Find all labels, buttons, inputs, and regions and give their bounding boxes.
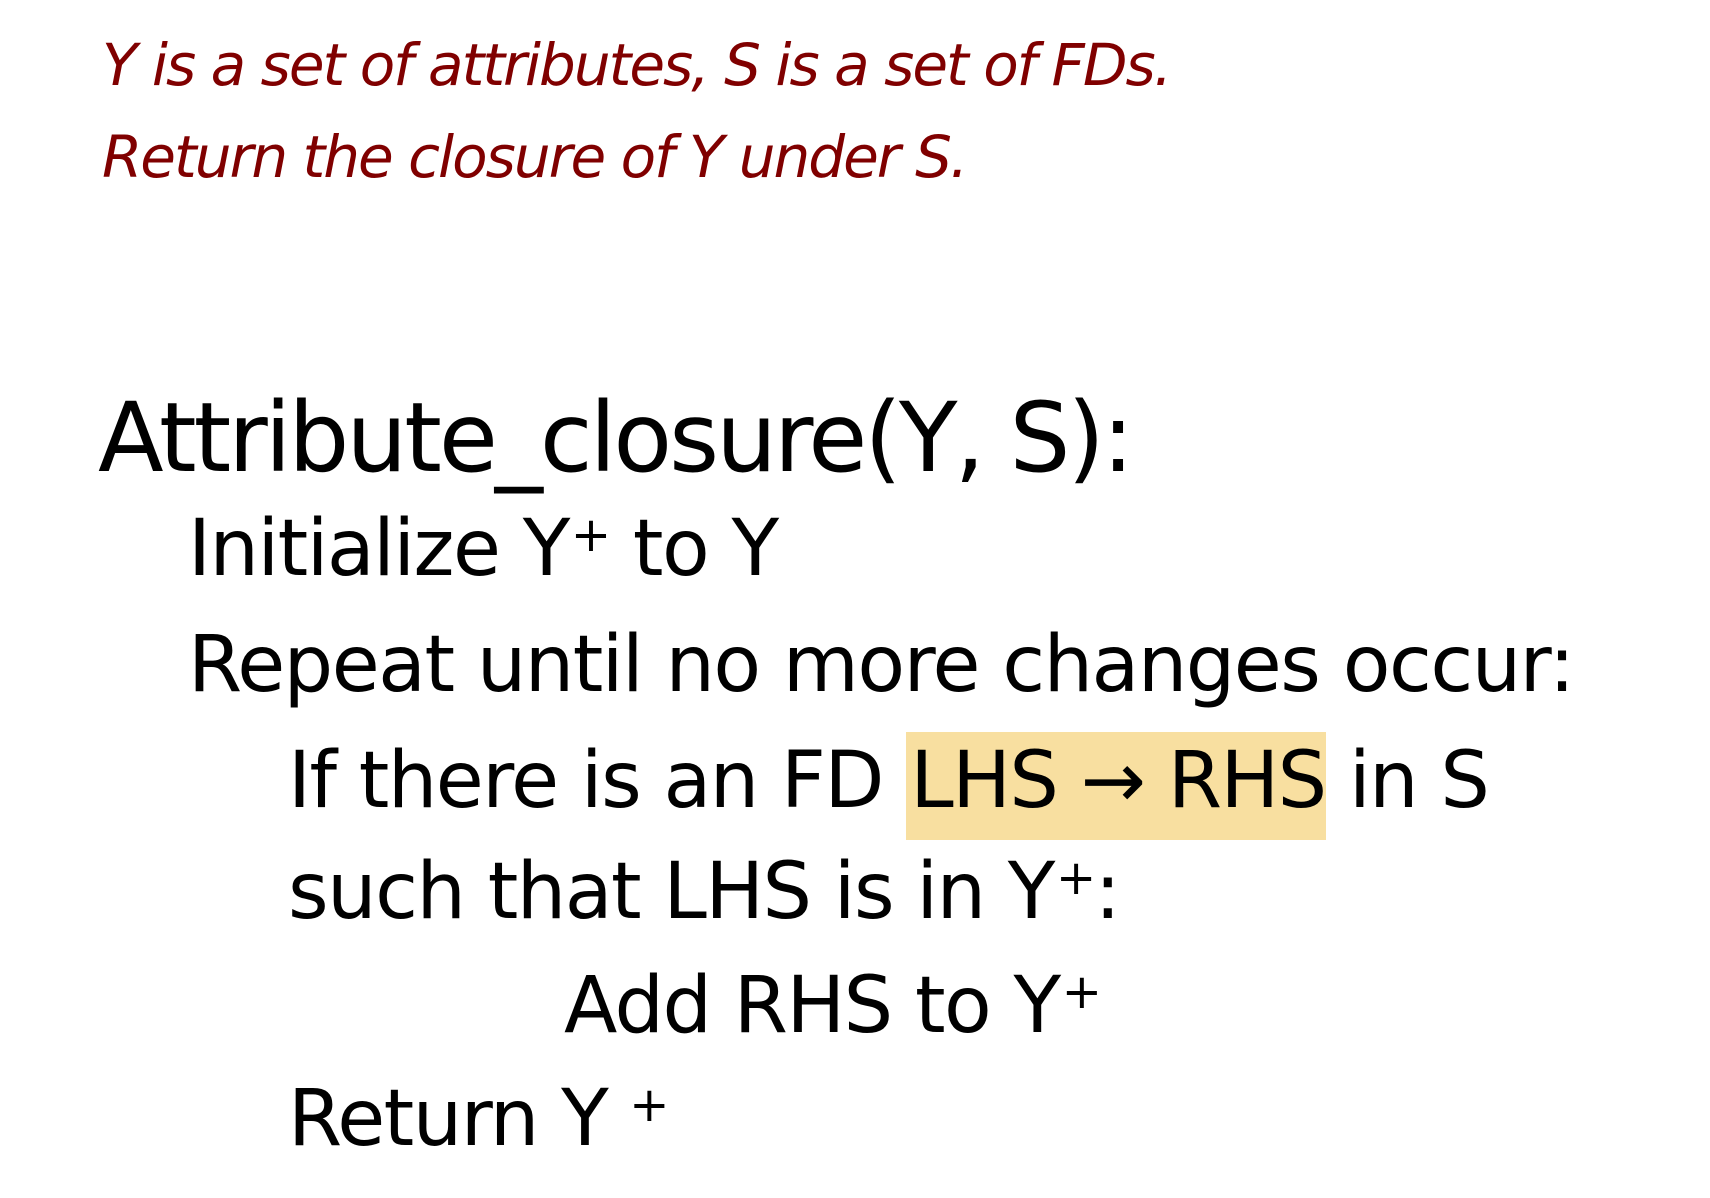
add-text: Add RHS to Y [564, 961, 1061, 1051]
repeat-line: Repeat until no more changes occur: [188, 620, 1575, 710]
intro-description: Y is a set of attributes, S is a set of … [102, 31, 1172, 99]
plus-superscript: + [570, 507, 611, 563]
plus-superscript: + [1055, 850, 1096, 906]
if-line: If there is an FD LHS → RHS in S [288, 732, 1490, 840]
return-text: Return Y [288, 1074, 609, 1164]
intro-return-description: Return the closure of Y under S. [102, 123, 968, 191]
if-text: If there is an FD [288, 736, 907, 826]
plus-superscript: + [1061, 964, 1102, 1020]
initialize-tail: to Y [609, 504, 779, 594]
condition-line: such that LHS is in Y+: [288, 850, 1121, 931]
initialize-line: Initialize Y+ to Y [188, 507, 779, 588]
initialize-text: Initialize Y [188, 504, 570, 594]
add-line: Add RHS to Y+ [564, 964, 1102, 1045]
condition-tail: : [1094, 847, 1121, 937]
condition-text: such that LHS is in Y [288, 847, 1055, 937]
fd-highlight: LHS → RHS [906, 732, 1327, 840]
if-tail: in S [1325, 736, 1490, 826]
return-line: Return Y + [288, 1077, 669, 1158]
plus-superscript: + [629, 1077, 669, 1133]
algorithm-title: Attribute_closure(Y, S): [98, 382, 1134, 494]
